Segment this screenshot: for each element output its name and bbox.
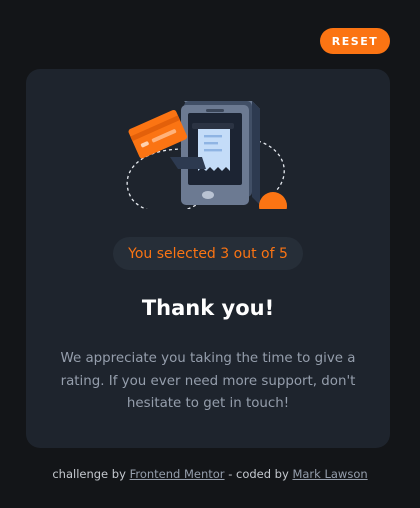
rating-selection-badge: You selected 3 out of 5 [113,237,303,270]
attribution-prefix: challenge by [52,467,126,481]
thank-you-message: We appreciate you taking the time to giv… [60,351,356,411]
reset-button[interactable]: RESET [320,28,390,54]
payment-phone-illustration-icon [126,101,287,209]
page: RESET You selected 3 out of 5 Thank you!… [0,0,420,508]
thank-you-card: You selected 3 out of 5 Thank you! We ap… [26,69,390,448]
author-link[interactable]: Mark Lawson [292,467,367,481]
attribution: challenge by Frontend Mentor - coded by … [0,467,420,481]
page-title: Thank you! [141,296,275,320]
attribution-middle: - coded by [228,467,289,481]
frontend-mentor-link[interactable]: Frontend Mentor [130,467,225,481]
